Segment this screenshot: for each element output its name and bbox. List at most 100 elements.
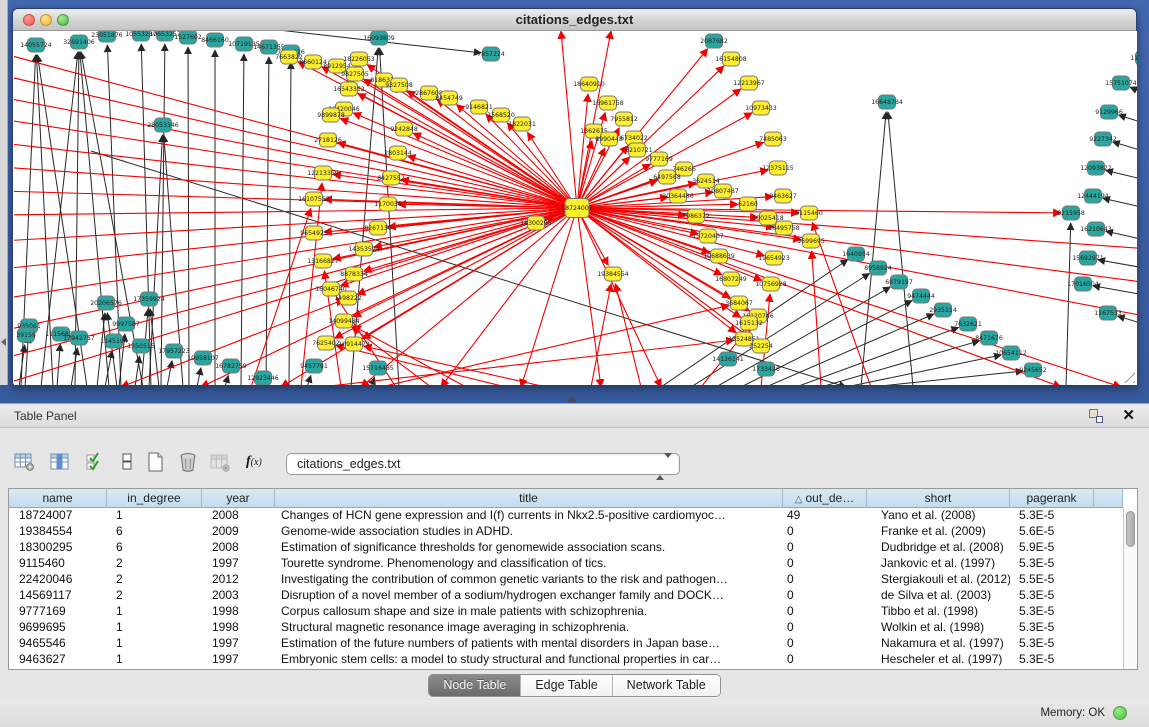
citation-edge[interactable] [289,62,291,385]
citation-edge-red[interactable] [577,141,592,208]
table-cell[interactable]: Nakamura et al. (1997) [867,636,1010,652]
function-builder-icon[interactable]: f(x) [246,454,270,476]
column-header-out_de…[interactable]: △out_de… [783,489,867,508]
table-cell[interactable]: 1998 [202,604,275,620]
network-graph[interactable]: 1872400718300295140557243269140623051876… [14,31,1137,385]
graph-node[interactable]: 39159 [16,328,36,342]
table-cell[interactable] [1094,588,1123,604]
graph-node[interactable]: 16961758 [592,96,624,110]
table-cell[interactable]: 5.3E-5 [1010,588,1094,604]
left-splitter[interactable] [0,0,8,385]
table-cell[interactable]: 9115460 [9,556,107,572]
graph-node[interactable]: 1170036 [374,197,402,211]
table-cell[interactable]: 0 [783,652,867,668]
graph-node[interactable]: 32691406 [63,35,95,49]
graph-node[interactable]: 18724007 [561,199,593,218]
table-cell[interactable]: Structural magnetic resonance image aver… [275,620,783,636]
table-cell[interactable]: Changes of HCN gene expression and I(f) … [275,508,783,524]
table-row[interactable]: 969969511998Structural magnetic resonanc… [9,620,1123,636]
graph-node[interactable]: 16154808 [715,52,747,66]
graph-node[interactable]: 19384554 [597,267,629,281]
graph-node[interactable]: 16107552 [298,192,330,206]
table-cell[interactable]: 1997 [202,652,275,668]
table-cell[interactable] [1094,540,1123,556]
citation-edge-red[interactable] [364,79,577,208]
graph-node[interactable]: 20364486 [662,189,694,203]
citation-edge[interactable] [1119,115,1137,125]
table-cell[interactable]: Genome-wide association studies in ADHD. [275,524,783,540]
table-cell[interactable]: 0 [783,572,867,588]
table-cell[interactable]: 5.9E-5 [1010,540,1094,556]
graph-node[interactable]: 17957223 [158,344,190,358]
citation-edge[interactable] [225,376,228,385]
citation-edge[interactable] [161,44,165,385]
scrollbar-thumb[interactable] [1126,511,1135,547]
table-row[interactable]: 911546021997Tourette syndrome. Phenomeno… [9,556,1123,572]
graph-node[interactable]: 9227342 [1089,132,1117,146]
graph-node[interactable]: 2803144 [384,146,412,160]
column-header-title[interactable]: title [275,489,783,508]
graph-node[interactable]: 9463627 [769,189,797,203]
table-cell[interactable]: 5.3E-5 [1010,508,1094,524]
citation-edge-red[interactable] [577,31,611,208]
citation-edge-red[interactable] [561,31,577,208]
graph-node[interactable]: 17016504 [1067,277,1099,291]
table-row[interactable]: 977716911998Corpus callosum shape and si… [9,604,1123,620]
table-cell[interactable]: 5.3E-5 [1010,604,1094,620]
column-header-name[interactable]: name [9,489,107,508]
graph-node[interactable]: 6879197 [885,275,913,289]
graph-node[interactable]: 12375115 [762,161,794,175]
table-cell[interactable]: 22420046 [9,572,107,588]
citation-edge[interactable] [1093,286,1137,296]
table-cell[interactable]: Franke et al. (2009) [867,524,1010,540]
float-panel-icon[interactable] [1089,409,1103,423]
citation-edge-red[interactable] [14,208,577,385]
tab-edge-table[interactable]: Edge Table [521,675,612,696]
table-cell[interactable]: Yano et al. (2008) [867,508,1010,524]
tab-node-table[interactable]: Node Table [429,675,521,696]
table-cell[interactable]: 1 [107,636,202,652]
table-row[interactable]: 1456911722003Disruption of a novel membe… [9,588,1123,604]
table-cell[interactable] [1094,620,1123,636]
graph-node[interactable]: 23051876 [91,31,123,42]
table-cell[interactable]: Investigating the contribution of common… [275,572,783,588]
table-row[interactable]: 946362711997Embryonic stem cells: a mode… [9,652,1123,668]
table-cell[interactable]: 5.3E-5 [1010,636,1094,652]
citation-edge[interactable] [846,355,1001,385]
table-cell[interactable]: 5.3E-5 [1010,652,1094,668]
citation-edge[interactable] [188,47,189,385]
table-row[interactable]: 1938455462009Genome-wide association stu… [9,524,1123,540]
graph-node[interactable]: 9245652 [1019,363,1047,377]
citation-edge[interactable] [97,313,105,385]
citation-edge-red[interactable] [577,208,1137,283]
table-cell[interactable]: 9463627 [9,652,107,668]
table-cell[interactable]: 5.5E-5 [1010,572,1094,588]
graph-node[interactable]: 62160 [738,197,758,211]
table-cell[interactable]: 2 [107,572,202,588]
citation-edge-red[interactable] [364,208,577,271]
rows-icon[interactable] [118,452,142,474]
table-cell[interactable]: 0 [783,524,867,540]
table-cell[interactable]: 0 [783,588,867,604]
table-cell[interactable]: Wolkin et al. (1998) [867,620,1010,636]
graph-node[interactable]: 10654112 [995,346,1027,360]
graph-node[interactable]: 19654923 [758,251,790,265]
graph-node[interactable]: 12213967 [733,76,765,90]
graph-node[interactable]: 2718126 [314,133,342,147]
table-cell[interactable]: 2003 [202,588,275,604]
graph-node[interactable]: 9129966 [1095,105,1123,119]
table-cell[interactable]: 9777169 [9,604,107,620]
table-cell[interactable]: 49 [783,508,867,524]
table-cell[interactable]: 2008 [202,540,275,556]
graph-node[interactable]: 7485063 [759,132,787,146]
table-cell[interactable] [1094,604,1123,620]
table-cell[interactable]: 1 [107,604,202,620]
table-source-select[interactable]: citations_edges.txt [286,453,680,475]
table-cell[interactable]: 0 [783,620,867,636]
table-cell[interactable]: Stergiakouli et al. (2012) [867,572,1010,588]
table-row[interactable]: 2242004622012Investigating the contribut… [9,572,1123,588]
table-cell[interactable]: 19384554 [9,524,107,540]
table-cell[interactable] [1094,556,1123,572]
table-cell[interactable]: 9465546 [9,636,107,652]
table-cell[interactable]: Dudbridge et al. (2008) [867,540,1010,556]
